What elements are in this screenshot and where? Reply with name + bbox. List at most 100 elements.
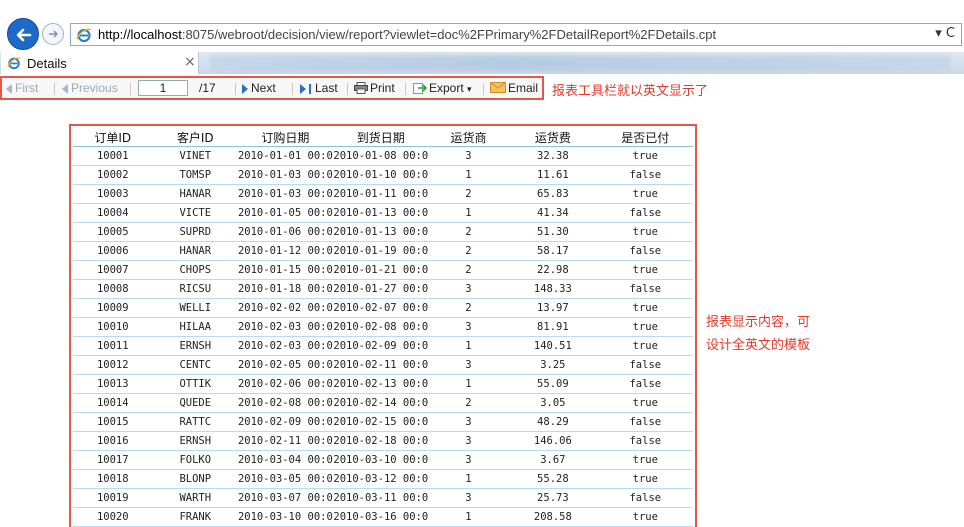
table-cell: 3	[428, 431, 509, 451]
report-table-panel: 订单ID 客户ID 订购日期 到货日期 运货商 运货费 是否已付 10001 VI…	[69, 124, 697, 527]
table-cell: 2010-01-19 00:0	[332, 241, 429, 261]
first-button[interactable]: First	[6, 81, 38, 95]
refresh-icon[interactable]: ▾ C	[935, 26, 955, 41]
table-cell: 2010-01-11 00:0	[332, 184, 429, 204]
table-cell: 55.28	[508, 469, 598, 489]
toolbar-divider	[235, 83, 236, 95]
table-cell: 2010-02-13 00:0	[332, 374, 429, 394]
table-cell: 2010-01-15 00:0	[237, 260, 333, 280]
table-cell: 2	[428, 393, 509, 413]
table-cell: 10020	[73, 507, 153, 527]
table-cell: 2010-02-08 00:0	[237, 393, 333, 413]
table-cell: 10009	[73, 298, 153, 318]
table-cell: BLONP	[152, 469, 238, 489]
table-cell: 2010-02-03 00:0	[237, 336, 333, 356]
column-header: 订购日期	[237, 128, 333, 147]
export-button[interactable]: Export ▾	[413, 81, 472, 95]
table-cell: 51.30	[508, 222, 598, 242]
table-row: 10011 ERNSH 2010-02-03 00:0 2010-02-09 00:0…	[73, 336, 693, 356]
table-cell: true	[597, 298, 693, 318]
table-cell: 2010-02-02 00:0	[237, 298, 333, 318]
ie-logo-icon	[76, 28, 92, 43]
table-cell: 3	[428, 450, 509, 470]
url-field[interactable]: http://localhost:8075/webroot/decision/v…	[70, 23, 962, 46]
first-icon	[6, 83, 12, 94]
table-cell: 2	[428, 241, 509, 261]
table-row: 10007 CHOPS 2010-01-15 00:0 2010-01-21 00:0…	[73, 260, 693, 280]
arrow-right-icon	[49, 30, 59, 38]
url-text: http://localhost:8075/webroot/decision/v…	[98, 27, 717, 42]
table-cell: TOMSP	[152, 165, 238, 185]
table-cell: 2010-03-10 00:0	[237, 507, 333, 527]
last-button[interactable]: Last	[300, 81, 338, 95]
table-header-row: 订单ID 客户ID 订购日期 到货日期 运货商 运货费 是否已付	[73, 128, 693, 147]
table-cell: false	[597, 355, 693, 375]
table-cell: 2010-02-11 00:0	[237, 431, 333, 451]
back-button[interactable]	[7, 18, 39, 50]
close-icon[interactable]: ×	[184, 54, 196, 70]
toolbar-divider	[54, 83, 55, 95]
table-cell: 10014	[73, 393, 153, 413]
table-cell: 2010-03-07 00:0	[237, 488, 333, 508]
table-cell: 208.58	[508, 507, 598, 527]
table-cell: true	[597, 507, 693, 527]
table-row: 10017 FOLKO 2010-03-04 00:0 2010-03-10 00:0…	[73, 450, 693, 470]
tab-details[interactable]: Details ×	[1, 52, 199, 74]
table-cell: ERNSH	[152, 336, 238, 356]
table-cell: 22.98	[508, 260, 598, 280]
previous-button[interactable]: Previous	[62, 81, 118, 95]
report-table: 订单ID 客户ID 订购日期 到货日期 运货商 运货费 是否已付 10001 VI…	[73, 128, 693, 527]
arrow-left-icon	[16, 28, 32, 42]
table-cell: RICSU	[152, 279, 238, 299]
table-cell: 55.09	[508, 374, 598, 394]
table-cell: 10001	[73, 146, 153, 166]
table-cell: 2	[428, 222, 509, 242]
table-cell: true	[597, 450, 693, 470]
table-cell: 1	[428, 203, 509, 223]
table-cell: 3.67	[508, 450, 598, 470]
table-cell: true	[597, 222, 693, 242]
table-cell: 2010-02-09 00:0	[237, 412, 333, 432]
table-cell: VINET	[152, 146, 238, 166]
table-cell: 2010-02-09 00:0	[332, 336, 429, 356]
forward-button[interactable]	[42, 23, 64, 45]
table-cell: false	[597, 431, 693, 451]
table-cell: true	[597, 393, 693, 413]
table-cell: 2010-02-18 00:0	[332, 431, 429, 451]
tab-strip: Details ×	[0, 52, 964, 74]
table-cell: true	[597, 260, 693, 280]
table-cell: 10002	[73, 165, 153, 185]
table-cell: 2010-03-04 00:0	[237, 450, 333, 470]
email-button[interactable]: Email	[490, 81, 538, 95]
table-cell: false	[597, 374, 693, 394]
table-cell: HANAR	[152, 241, 238, 261]
table-cell: true	[597, 336, 693, 356]
page-number-input[interactable]: 1	[138, 80, 188, 96]
print-button[interactable]: Print	[354, 81, 395, 95]
table-cell: 81.91	[508, 317, 598, 337]
table-cell: 1	[428, 165, 509, 185]
table-cell: 2010-03-12 00:0	[332, 469, 429, 489]
table-cell: 2010-01-13 00:0	[332, 222, 429, 242]
blurred-background	[210, 55, 950, 71]
table-row: 10013 OTTIK 2010-02-06 00:0 2010-02-13 00:0…	[73, 374, 693, 394]
table-cell: 32.38	[508, 146, 598, 166]
table-row: 10015 RATTC 2010-02-09 00:0 2010-02-15 00:0…	[73, 412, 693, 432]
report-toolbar: First Previous 1 /17 Next Last Print Exp…	[0, 76, 544, 100]
table-cell: 1	[428, 374, 509, 394]
table-cell: true	[597, 146, 693, 166]
table-cell: WELLI	[152, 298, 238, 318]
table-cell: 10008	[73, 279, 153, 299]
ie-logo-icon	[7, 57, 21, 70]
next-button[interactable]: Next	[242, 81, 276, 95]
toolbar-divider	[347, 83, 348, 95]
toolbar-divider	[292, 83, 293, 95]
table-row: 10018 BLONP 2010-03-05 00:0 2010-03-12 00:0…	[73, 469, 693, 489]
toolbar-divider	[483, 83, 484, 95]
table-cell: VICTE	[152, 203, 238, 223]
table-body: 10001 VINET 2010-01-01 00:0 2010-01-08 00:0…	[73, 146, 693, 527]
column-header: 运货商	[428, 128, 509, 147]
table-cell: 58.17	[508, 241, 598, 261]
table-row: 10001 VINET 2010-01-01 00:0 2010-01-08 00:0…	[73, 146, 693, 166]
table-cell: 2010-02-03 00:0	[237, 317, 333, 337]
